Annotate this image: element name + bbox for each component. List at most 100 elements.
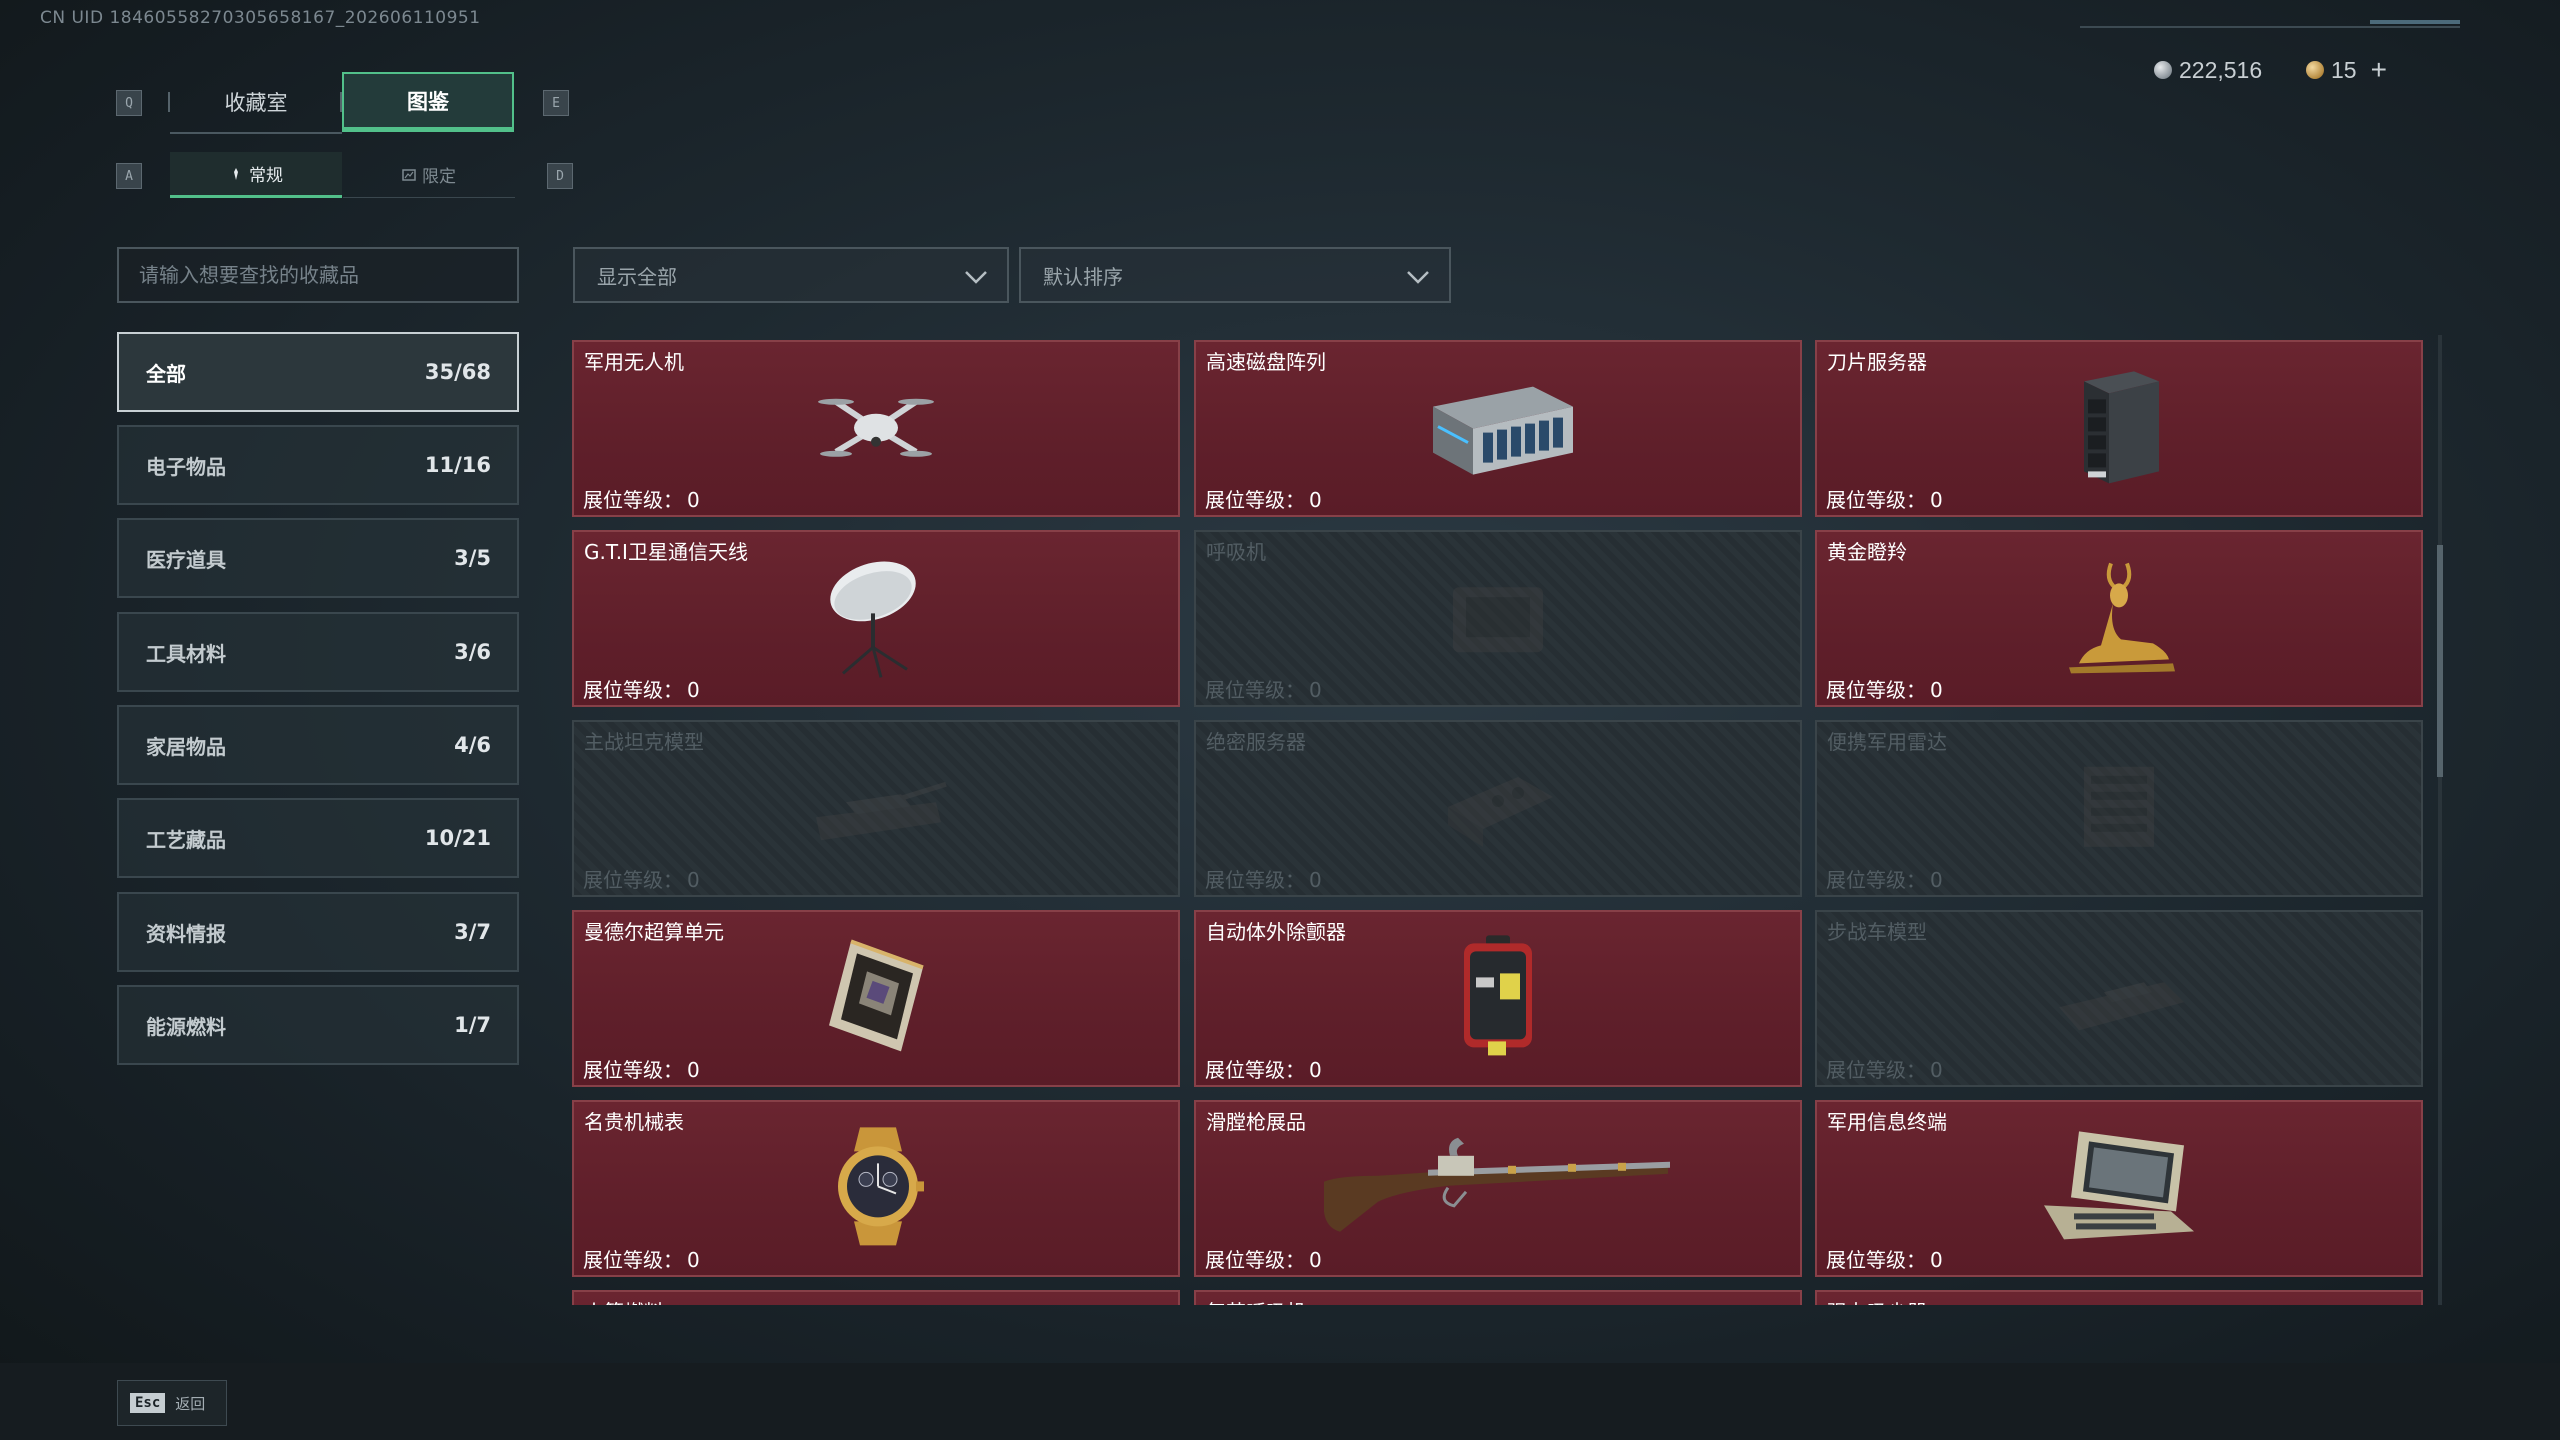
tab-codex[interactable]: 图鉴: [342, 72, 514, 132]
level-label: 展位等级：: [1205, 488, 1305, 512]
level-label: 展位等级：: [1826, 1058, 1926, 1082]
category-count: 3/7: [454, 920, 491, 944]
item-card[interactable]: 便携军用雷达 展位等级： 0: [1815, 720, 2423, 897]
subtab-limited-label: 限定: [422, 167, 456, 187]
item-grid: 军用无人机 展位等级： 0 高速磁盘阵列 展位等级： 0 刀片服务器 展位等级：…: [572, 340, 2424, 1305]
item-card[interactable]: 黄金瞪羚 展位等级： 0: [1815, 530, 2423, 707]
search-input[interactable]: [117, 247, 519, 303]
tab-collection-room[interactable]: 收藏室: [170, 72, 342, 134]
subtab-limited[interactable]: 限定: [343, 152, 515, 198]
category-all[interactable]: 全部 35/68: [117, 332, 519, 412]
item-name: 绝密服务器: [1206, 730, 1306, 754]
item-level: 展位等级： 0: [579, 484, 700, 513]
item-card[interactable]: 高速磁盘阵列 展位等级： 0: [1194, 340, 1802, 517]
filter-dropdown[interactable]: 显示全部: [573, 247, 1009, 303]
item-card[interactable]: 强力吸尘器 展位等级：0: [1815, 1290, 2423, 1305]
gold-coin-icon: [2306, 61, 2324, 79]
item-card[interactable]: 绝密服务器 展位等级： 0: [1194, 720, 1802, 897]
item-name: 滑膛枪展品: [1206, 1110, 1306, 1134]
category-label: 工具材料: [146, 641, 226, 666]
server-tower-icon: [2084, 370, 2159, 483]
item-name: 军用信息终端: [1827, 1110, 1947, 1134]
item-card[interactable]: 曼德尔超算单元 展位等级： 0: [572, 910, 1180, 1087]
uid-label: CN UID 18460558270305658167_202606110951: [40, 8, 481, 28]
level-value: 0: [1930, 488, 1943, 512]
defibrillator-icon: [1464, 934, 1532, 1055]
item-card[interactable]: 火箭燃料 展位等级：0: [572, 1290, 1180, 1305]
item-name: 主战坦克模型: [584, 730, 704, 754]
rugged-terminal-icon: [2044, 1130, 2194, 1239]
level-label: 展位等级：: [1826, 678, 1926, 702]
item-name: 便携军用雷达: [1827, 730, 1947, 754]
item-card[interactable]: 军用信息终端 展位等级： 0: [1815, 1100, 2423, 1277]
key-hint-e[interactable]: E: [543, 90, 569, 116]
category-label: 全部: [146, 361, 186, 386]
level-label: 展位等级：: [1826, 1248, 1926, 1272]
item-card[interactable]: 主战坦克模型 展位等级： 0: [572, 720, 1180, 897]
category-medical[interactable]: 医疗道具 3/5: [117, 518, 519, 598]
item-level: 展位等级： 0: [1201, 674, 1322, 703]
silver-coin-icon: [2154, 61, 2172, 79]
key-hint-q[interactable]: Q: [116, 90, 142, 116]
item-name: 刀片服务器: [1827, 350, 1927, 374]
add-currency-button[interactable]: +: [2371, 54, 2387, 86]
category-home[interactable]: 家居物品 4/6: [117, 705, 519, 785]
item-card[interactable]: 呼吸机 展位等级： 0: [1194, 530, 1802, 707]
category-label: 工艺藏品: [146, 827, 226, 852]
back-button[interactable]: Esc 返回: [117, 1380, 227, 1426]
level-value: 0: [1309, 1058, 1322, 1082]
item-name: 名贵机械表: [584, 1110, 684, 1134]
item-name: 军用无人机: [584, 350, 684, 374]
item-card[interactable]: 刀片服务器 展位等级： 0: [1815, 340, 2423, 517]
regular-icon: [234, 167, 238, 180]
item-card[interactable]: G.T.I卫星通信天线 展位等级： 0: [572, 530, 1180, 707]
subtab-regular-label: 常规: [249, 166, 283, 186]
item-card[interactable]: 名贵机械表 展位等级： 0: [572, 1100, 1180, 1277]
item-name: 火箭燃料: [584, 1296, 664, 1305]
key-hint-a[interactable]: A: [116, 163, 142, 189]
item-name: 高速磁盘阵列: [1206, 350, 1326, 374]
category-fuel[interactable]: 能源燃料 1/7: [117, 985, 519, 1065]
level-label: 展位等级：: [1205, 868, 1305, 892]
key-hint-d[interactable]: D: [547, 163, 573, 189]
disk-array-icon: [1433, 386, 1573, 475]
sort-selected: 默认排序: [1043, 264, 1123, 289]
category-count: 10/21: [424, 826, 491, 850]
category-crafts[interactable]: 工艺藏品 10/21: [117, 798, 519, 878]
item-level: 展位等级： 0: [1822, 484, 1943, 513]
subtab-regular[interactable]: 常规: [170, 152, 342, 198]
silver-amount: 222,516: [2179, 56, 2263, 83]
grid-scrollbar-track[interactable]: [2438, 335, 2442, 1305]
limited-icon: [402, 168, 416, 181]
category-label: 资料情报: [146, 921, 226, 946]
drone-icon: [818, 398, 934, 457]
category-tools[interactable]: 工具材料 3/6: [117, 612, 519, 692]
grid-scrollbar-thumb[interactable]: [2437, 545, 2443, 777]
item-card[interactable]: 滑膛枪展品 展位等级： 0: [1194, 1100, 1802, 1277]
sort-dropdown[interactable]: 默认排序: [1019, 247, 1451, 303]
watch-icon: [838, 1126, 924, 1245]
level-label: 展位等级：: [1205, 1248, 1305, 1272]
ventilator-icon: [1453, 586, 1543, 652]
category-count: 35/68: [424, 360, 491, 384]
item-level: 展位等级： 0: [1822, 674, 1943, 703]
filter-selected: 显示全部: [597, 264, 677, 289]
level-value: 0: [1930, 868, 1943, 892]
level-label: 展位等级：: [1205, 678, 1305, 702]
category-count: 11/16: [424, 453, 491, 477]
item-card[interactable]: 军用无人机 展位等级： 0: [572, 340, 1180, 517]
chevron-down-icon: [1407, 271, 1429, 284]
item-level: 展位等级： 0: [579, 864, 700, 893]
top-divider: [2080, 26, 2460, 28]
level-label: 展位等级：: [583, 1058, 683, 1082]
category-intel[interactable]: 资料情报 3/7: [117, 892, 519, 972]
item-name: 强力吸尘器: [1827, 1296, 1927, 1305]
item-level: 展位等级： 0: [579, 1244, 700, 1273]
category-electronics[interactable]: 电子物品 11/16: [117, 425, 519, 505]
category-label: 电子物品: [146, 454, 226, 479]
item-card[interactable]: 复苏呼吸机 展位等级：0: [1194, 1290, 1802, 1305]
item-name: 步战车模型: [1827, 920, 1927, 944]
item-card[interactable]: 步战车模型 展位等级： 0: [1815, 910, 2423, 1087]
item-card[interactable]: 自动体外除颤器 展位等级： 0: [1194, 910, 1802, 1087]
level-label: 展位等级：: [1826, 868, 1926, 892]
